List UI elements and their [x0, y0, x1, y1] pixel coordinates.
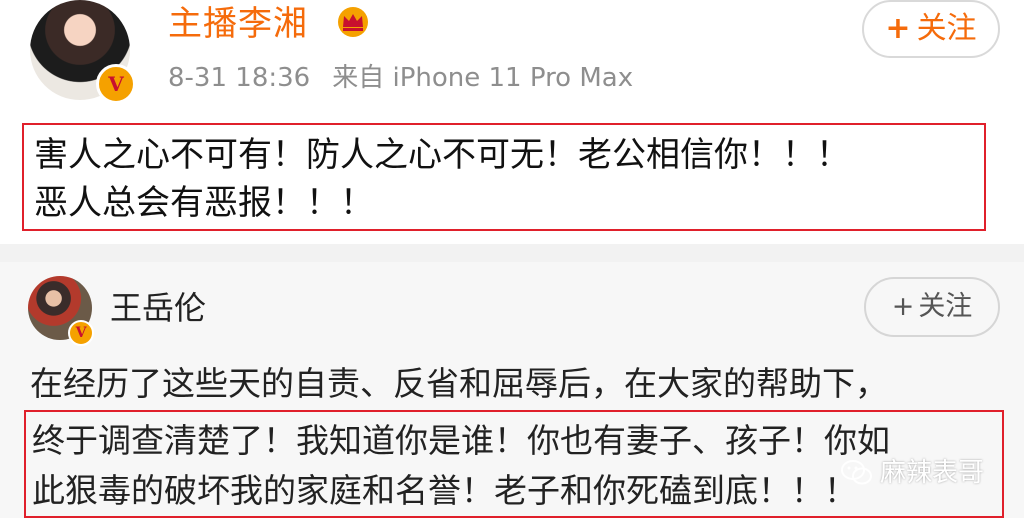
post-meta: 8-31 18:36 来自 iPhone 11 Pro Max: [168, 60, 655, 96]
follow-button[interactable]: + 关注: [862, 0, 1000, 58]
plus-icon: +: [885, 11, 911, 46]
crown-icon: [338, 7, 368, 37]
post-text-line: 恶人总会有恶报！！！: [34, 183, 374, 223]
watermark: 麻辣表哥: [840, 456, 984, 490]
username[interactable]: 主播李湘: [168, 2, 308, 46]
plus-icon: +: [891, 291, 915, 322]
weibo-post-1: V 主播李湘 8-31 18:36 来自 iPhone 11 Pro Max + 关…: [0, 0, 1024, 244]
wechat-icon: [841, 460, 872, 485]
follow-label: 关注: [916, 11, 977, 46]
post-content-highlight: 害人之心不可有！防人之心不可无！老公相信你！！！ 恶人总会有恶报！！！: [22, 123, 986, 231]
follow-button[interactable]: + 关注: [864, 277, 1000, 337]
post-date: 8-31 18:36: [168, 63, 311, 93]
follow-label: 关注: [918, 291, 973, 322]
post-source: 来自 iPhone 11 Pro Max: [332, 63, 634, 93]
post-text-line: 害人之心不可有！防人之心不可无！老公相信你！！！: [34, 135, 850, 175]
post-text-line: 在经历了这些天的自责、反省和屈辱后，在大家的帮助下，: [30, 364, 888, 403]
watermark-text: 麻辣表哥: [880, 458, 985, 488]
verified-badge-icon: V: [68, 320, 94, 346]
verified-badge-icon: V: [96, 64, 136, 104]
divider: [0, 244, 1024, 262]
username[interactable]: 王岳伦: [110, 286, 206, 330]
